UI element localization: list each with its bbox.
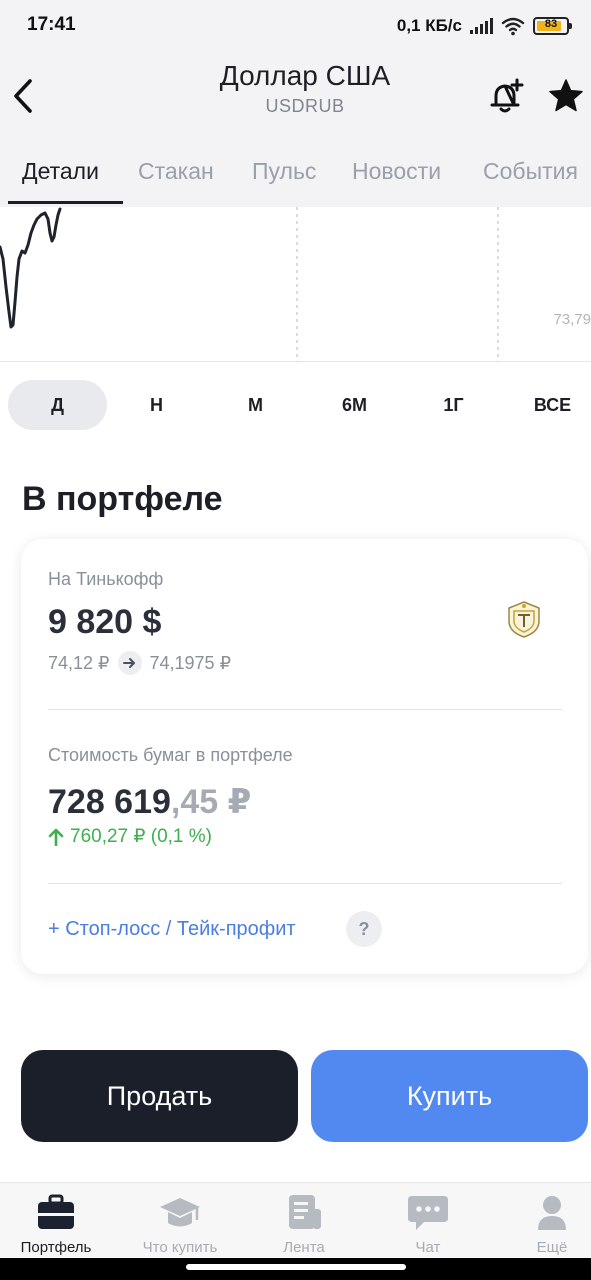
- battery-level: 83: [544, 18, 558, 30]
- nav-chat[interactable]: Чат: [369, 1193, 487, 1263]
- period-6-months[interactable]: 6М: [305, 380, 404, 430]
- rate-row: 74,12 ₽ 74,1975 ₽: [48, 651, 231, 675]
- graduation-cap-icon: [160, 1198, 200, 1227]
- signal-icon: [470, 18, 493, 34]
- bell-plus-icon: [490, 78, 524, 113]
- nav-more[interactable]: Ещё: [493, 1193, 591, 1263]
- tab-order-book[interactable]: Стакан: [138, 158, 214, 185]
- chart-price-label: 73,79: [553, 311, 591, 328]
- nav-portfolio[interactable]: Портфель: [0, 1193, 115, 1263]
- price-chart-svg: [0, 207, 499, 362]
- profile-icon: [538, 1196, 566, 1230]
- tab-details[interactable]: Детали: [22, 158, 99, 185]
- sell-button[interactable]: Продать: [21, 1050, 298, 1142]
- add-alert-button[interactable]: [488, 78, 526, 116]
- nav-label: Портфель: [20, 1239, 92, 1256]
- portfolio-value-main: 728 619: [48, 783, 171, 821]
- active-tab-indicator: [8, 201, 123, 204]
- tinkoff-logo-icon: [508, 601, 540, 638]
- period-selector: Д Н М 6М 1Г ВСЕ: [0, 380, 591, 430]
- chat-icon: [408, 1196, 448, 1230]
- portfolio-value-fraction: ,45 ₽: [170, 783, 252, 821]
- nav-label: Что купить: [142, 1239, 218, 1256]
- period-month[interactable]: М: [206, 380, 305, 430]
- portfolio-value: 728 619,45 ₽: [48, 782, 251, 822]
- nav-label: Чат: [415, 1239, 441, 1256]
- stop-loss-take-profit-link[interactable]: + Стоп-лосс / Тейк-профит: [48, 918, 296, 941]
- feed-icon: [289, 1195, 321, 1229]
- nav-label: Лента: [283, 1239, 325, 1256]
- buy-button[interactable]: Купить: [311, 1050, 588, 1142]
- battery-icon: 83: [533, 17, 572, 35]
- status-indicators: 0,1 КБ/с 83: [396, 14, 572, 38]
- nav-what-to-buy[interactable]: Что купить: [121, 1193, 239, 1263]
- tab-bar: Детали Стакан Пульс Новости События: [0, 152, 591, 207]
- period-week[interactable]: Н: [107, 380, 206, 430]
- tab-pulse[interactable]: Пульс: [252, 158, 316, 185]
- page-title: Доллар США: [219, 60, 391, 91]
- nav-label: Ещё: [536, 1239, 568, 1256]
- status-bar: 17:41 0,1 КБ/с 83: [0, 0, 591, 52]
- rate-to: 74,1975 ₽: [149, 652, 232, 673]
- tab-events[interactable]: События: [483, 158, 578, 185]
- title-block: Доллар США USDRUB: [120, 60, 490, 117]
- tab-news[interactable]: Новости: [352, 158, 441, 185]
- value-change: 760,27 ₽ (0,1 %): [70, 826, 212, 847]
- period-year[interactable]: 1Г: [404, 380, 503, 430]
- divider: [48, 883, 562, 884]
- broker-label: На Тинькофф: [48, 569, 164, 589]
- header: Доллар США USDRUB Детали Стакан Пульс Но…: [0, 52, 591, 207]
- holding-amount: 9 820 $: [48, 603, 162, 641]
- section-title: В портфеле: [22, 480, 223, 518]
- chevron-left-icon: [14, 79, 32, 113]
- favorite-button[interactable]: [548, 78, 588, 116]
- arrow-right-icon: [117, 651, 142, 675]
- ticker: USDRUB: [265, 96, 345, 116]
- briefcase-icon: [38, 1194, 74, 1229]
- period-day[interactable]: Д: [8, 380, 107, 430]
- portfolio-value-label: Стоимость бумаг в портфеле: [48, 745, 293, 765]
- home-indicator[interactable]: [186, 1264, 406, 1270]
- change-row: 760,27 ₽ (0,1 %): [48, 825, 212, 848]
- back-button[interactable]: [6, 74, 40, 118]
- portfolio-card: На Тинькофф 9 820 $ 74,12 ₽ 74,1975 ₽ Ст…: [21, 539, 588, 974]
- nav-feed[interactable]: Лента: [245, 1193, 363, 1263]
- rate-from: 74,12 ₽: [48, 652, 110, 673]
- price-line: [0, 207, 62, 329]
- help-button[interactable]: ?: [346, 911, 382, 947]
- star-icon: [549, 79, 583, 112]
- price-chart[interactable]: 73,79: [0, 207, 591, 362]
- wifi-icon: [501, 17, 525, 36]
- arrow-up-icon: [48, 828, 64, 846]
- status-time: 17:41: [27, 14, 76, 35]
- period-all[interactable]: ВСЕ: [503, 380, 591, 430]
- divider: [48, 709, 562, 710]
- network-speed: 0,1 КБ/с: [396, 16, 462, 35]
